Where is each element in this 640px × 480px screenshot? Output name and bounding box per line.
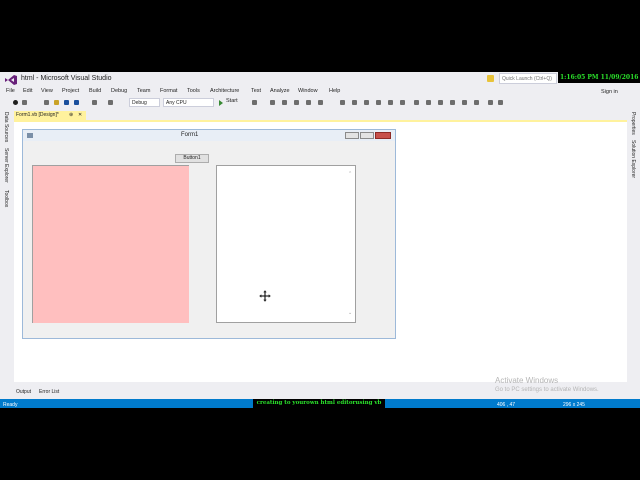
new-project-icon[interactable] xyxy=(44,100,49,105)
scroll-down-icon[interactable]: ⌄ xyxy=(348,310,352,316)
tab-solution-explorer[interactable]: Solution Explorer xyxy=(630,140,636,178)
platform-select[interactable]: Any CPU xyxy=(163,98,214,107)
form-minimize-icon[interactable] xyxy=(345,132,359,139)
align-middle-icon[interactable] xyxy=(388,100,393,105)
solution-config-select[interactable]: Debug xyxy=(129,98,160,107)
save-all-icon[interactable] xyxy=(74,100,79,105)
menu-bar: File Edit View Project Build Debug Team … xyxy=(0,87,640,97)
redo-icon[interactable] xyxy=(108,100,113,105)
document-tab-form1-design[interactable]: Form1.vb [Design]* ⊕ ✕ xyxy=(14,111,86,120)
right-tool-tabs: Properties Solution Explorer xyxy=(627,110,640,390)
grid-icon[interactable] xyxy=(306,100,311,105)
sign-in-link[interactable]: Sign in xyxy=(601,89,618,95)
tab-error-list[interactable]: Error List xyxy=(39,389,59,395)
status-size: 296 x 245 xyxy=(563,402,585,408)
menu-window[interactable]: Window xyxy=(298,88,318,94)
menu-help[interactable]: Help xyxy=(329,88,340,94)
start-icon[interactable] xyxy=(219,100,223,106)
open-icon[interactable] xyxy=(54,100,59,105)
align-center-icon[interactable] xyxy=(352,100,357,105)
activate-windows-watermark: Activate Windows xyxy=(495,376,559,385)
scroll-up-icon[interactable]: ⌃ xyxy=(348,171,352,177)
same-height-icon[interactable] xyxy=(426,100,431,105)
back-icon[interactable] xyxy=(13,100,18,105)
tab-server-explorer[interactable]: Server Explorer xyxy=(3,148,9,183)
align-bottom-icon[interactable] xyxy=(400,100,405,105)
close-tab-icon[interactable]: ✕ xyxy=(78,112,82,118)
menu-file[interactable]: File xyxy=(6,88,15,94)
form-icon xyxy=(27,133,33,138)
window-title: html - Microsoft Visual Studio xyxy=(21,75,112,82)
h-spacing-icon[interactable] xyxy=(450,100,455,105)
center-icon[interactable] xyxy=(474,100,479,105)
pink-panel[interactable] xyxy=(32,165,189,323)
align-left-icon[interactable] xyxy=(340,100,345,105)
status-text: Ready xyxy=(3,402,18,408)
same-width-icon[interactable] xyxy=(414,100,419,105)
align-top-icon[interactable] xyxy=(376,100,381,105)
v-spacing-icon[interactable] xyxy=(462,100,467,105)
menu-debug[interactable]: Debug xyxy=(111,88,127,94)
menu-build[interactable]: Build xyxy=(89,88,101,94)
tab-properties[interactable]: Properties xyxy=(630,112,636,135)
clock-overlay: 1:16:05 PM 11/09/2016 xyxy=(558,72,640,83)
form1-title: Form1 xyxy=(181,132,199,138)
same-size-icon[interactable] xyxy=(438,100,443,105)
menu-project[interactable]: Project xyxy=(62,88,79,94)
forward-icon[interactable] xyxy=(22,100,27,105)
layout-icon[interactable] xyxy=(318,100,323,105)
browse-icon[interactable] xyxy=(252,100,257,105)
undo-icon[interactable] xyxy=(92,100,97,105)
form1-title-bar[interactable]: Form1 xyxy=(23,130,395,141)
send-back-icon[interactable] xyxy=(498,100,503,105)
bring-front-icon[interactable] xyxy=(488,100,493,105)
tab-output[interactable]: Output xyxy=(16,389,31,395)
tab-data-sources[interactable]: Data Sources xyxy=(3,112,9,142)
button1[interactable]: Button1 xyxy=(175,154,209,163)
status-position: 406 , 47 xyxy=(497,402,516,408)
menu-analyze[interactable]: Analyze xyxy=(270,88,290,94)
activate-windows-subtext: Go to PC settings to activate Windows. xyxy=(495,387,599,393)
caption-banner: creating to yourown html editorusing vb xyxy=(253,399,385,408)
menu-format[interactable]: Format xyxy=(160,88,177,94)
document-tab-label: Form1.vb [Design]* xyxy=(16,112,59,118)
notification-flag-icon[interactable] xyxy=(487,75,494,82)
comment-icon[interactable] xyxy=(294,100,299,105)
left-tool-tabs: Data Sources Server Explorer Toolbox xyxy=(0,110,13,390)
start-button[interactable]: Start xyxy=(226,98,238,104)
visual-studio-logo-icon xyxy=(5,75,17,85)
rich-text-box[interactable] xyxy=(216,165,356,323)
menu-view[interactable]: View xyxy=(41,88,53,94)
menu-edit[interactable]: Edit xyxy=(23,88,32,94)
menu-architecture[interactable]: Architecture xyxy=(210,88,239,94)
save-icon[interactable] xyxy=(64,100,69,105)
form-maximize-icon[interactable] xyxy=(360,132,374,139)
pin-icon[interactable]: ⊕ xyxy=(69,112,73,118)
title-bar: html - Microsoft Visual Studio Quick Lau… xyxy=(0,72,640,87)
menu-tools[interactable]: Tools xyxy=(187,88,200,94)
tab-toolbox[interactable]: Toolbox xyxy=(3,190,9,207)
step-icon[interactable] xyxy=(270,100,275,105)
move-handle-icon[interactable] xyxy=(259,290,271,302)
form-close-icon[interactable] xyxy=(375,132,391,139)
menu-test[interactable]: Test xyxy=(251,88,261,94)
align-right-icon[interactable] xyxy=(364,100,369,105)
bookmark-icon[interactable] xyxy=(282,100,287,105)
menu-team[interactable]: Team xyxy=(137,88,150,94)
standard-toolbar: Debug Any CPU Start xyxy=(0,97,640,109)
quick-launch-input[interactable]: Quick Launch (Ctrl+Q) xyxy=(499,73,557,84)
